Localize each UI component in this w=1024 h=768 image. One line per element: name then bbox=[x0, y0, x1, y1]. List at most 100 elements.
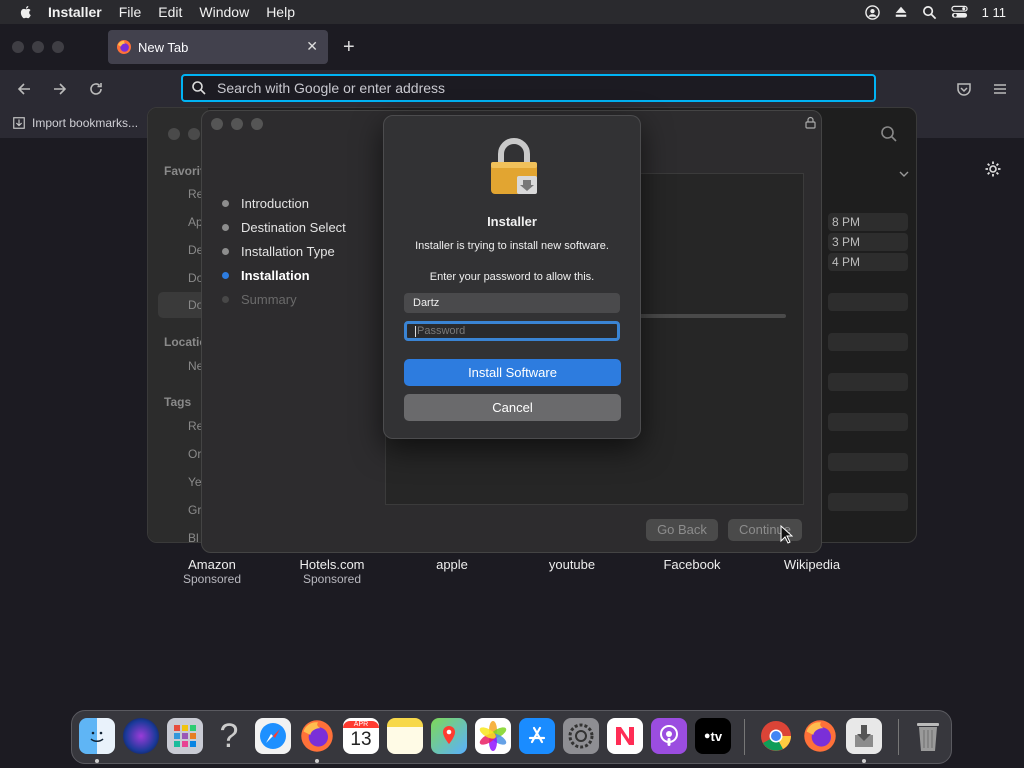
finder-search-icon[interactable] bbox=[880, 125, 898, 143]
browser-tab[interactable]: New Tab ✕ bbox=[108, 30, 328, 64]
browser-close-light[interactable] bbox=[12, 41, 24, 53]
shortcut-name: Hotels.com bbox=[299, 557, 365, 572]
import-bookmarks-label: Import bookmarks... bbox=[32, 116, 139, 130]
back-arrow-icon[interactable] bbox=[16, 81, 32, 97]
password-placeholder: Password bbox=[417, 325, 466, 337]
menu-app-name[interactable]: Installer bbox=[48, 4, 102, 20]
siri-dock-icon[interactable] bbox=[123, 718, 159, 754]
photos-dock-icon[interactable] bbox=[475, 718, 511, 754]
step-summary: Summary bbox=[222, 292, 297, 307]
chrome-dock-icon[interactable] bbox=[758, 718, 794, 754]
finder-tag-item[interactable]: Ye bbox=[188, 475, 202, 489]
installer-minimize-light[interactable] bbox=[231, 118, 243, 130]
eject-icon[interactable] bbox=[894, 5, 908, 19]
apple-icon[interactable] bbox=[18, 4, 34, 20]
step-dot bbox=[222, 200, 229, 207]
dock-separator bbox=[744, 719, 745, 755]
chevron-down-icon[interactable] bbox=[898, 169, 910, 179]
dialog-title: Installer bbox=[487, 214, 537, 229]
finder-date-cell: 4 PM bbox=[828, 253, 908, 271]
dialog-prompt: Enter your password to allow this. bbox=[429, 271, 595, 283]
reload-icon[interactable] bbox=[88, 81, 104, 97]
search-icon bbox=[192, 81, 206, 95]
shortcut-amazon[interactable]: Amazon Sponsored bbox=[157, 557, 267, 587]
finder-date-cell: 8 PM bbox=[828, 213, 908, 231]
firefox-dock-icon-2[interactable] bbox=[802, 718, 838, 754]
cancel-button[interactable]: Cancel bbox=[404, 394, 621, 421]
pocket-icon[interactable] bbox=[956, 81, 972, 97]
step-label: Installation Type bbox=[241, 244, 335, 259]
go-back-button[interactable]: Go Back bbox=[646, 519, 718, 541]
shortcut-name: apple bbox=[436, 557, 468, 572]
finder-row-bg bbox=[828, 373, 908, 391]
calendar-month: APR bbox=[343, 720, 379, 728]
menu-edit[interactable]: Edit bbox=[158, 4, 182, 20]
podcasts-dock-icon[interactable] bbox=[651, 718, 687, 754]
step-dot-active bbox=[222, 272, 229, 279]
maps-dock-icon[interactable] bbox=[431, 718, 467, 754]
password-field[interactable]: Password bbox=[404, 321, 620, 341]
forward-arrow-icon[interactable] bbox=[52, 81, 68, 97]
running-indicator bbox=[315, 759, 319, 763]
gear-icon[interactable] bbox=[984, 160, 1002, 178]
tab-close-icon[interactable]: ✕ bbox=[306, 38, 318, 55]
system-preferences-dock-icon[interactable] bbox=[563, 718, 599, 754]
apple-tv-dock-icon[interactable]: ● tv bbox=[695, 718, 731, 754]
finder-dock-icon[interactable] bbox=[79, 718, 115, 754]
lock-icon bbox=[805, 116, 816, 129]
spotlight-search-icon[interactable] bbox=[922, 5, 937, 20]
notes-dock-icon[interactable] bbox=[387, 718, 423, 754]
shortcut-sponsored: Sponsored bbox=[182, 572, 242, 586]
installer-dock-icon[interactable] bbox=[846, 718, 882, 754]
finder-tag-item[interactable]: Gr bbox=[188, 503, 201, 517]
finder-row-bg bbox=[828, 413, 908, 431]
safari-dock-icon[interactable] bbox=[255, 718, 291, 754]
finder-minimize-light[interactable] bbox=[188, 128, 200, 140]
browser-minimize-light[interactable] bbox=[32, 41, 44, 53]
step-label: Introduction bbox=[241, 196, 309, 211]
news-dock-icon[interactable] bbox=[607, 718, 643, 754]
shortcut-apple[interactable]: apple bbox=[397, 557, 507, 572]
username-field[interactable]: Dartz bbox=[404, 293, 620, 313]
launchpad-dock-icon[interactable] bbox=[167, 718, 203, 754]
calendar-dock-icon[interactable]: APR 13 bbox=[343, 718, 379, 754]
step-dot bbox=[222, 296, 229, 303]
finder-close-light[interactable] bbox=[168, 128, 180, 140]
menu-bar: Installer File Edit Window Help 1 11 bbox=[0, 0, 1024, 24]
step-dot bbox=[222, 224, 229, 231]
dialog-message: Installer is trying to install new softw… bbox=[415, 240, 609, 252]
shortcut-wikipedia[interactable]: Wikipedia bbox=[757, 557, 867, 572]
firefox-icon bbox=[117, 40, 131, 54]
auth-dialog: Installer Installer is trying to install… bbox=[383, 115, 641, 439]
installer-close-light[interactable] bbox=[211, 118, 223, 130]
browser-zoom-light[interactable] bbox=[52, 41, 64, 53]
shortcut-youtube[interactable]: youtube bbox=[517, 557, 627, 572]
shortcut-name: Amazon bbox=[188, 557, 236, 572]
trash-dock-icon[interactable] bbox=[910, 718, 946, 754]
new-tab-icon[interactable]: + bbox=[343, 36, 355, 59]
user-account-icon[interactable] bbox=[864, 4, 880, 20]
install-software-button[interactable]: Install Software bbox=[404, 359, 621, 386]
menu-window[interactable]: Window bbox=[199, 4, 249, 20]
hamburger-menu-icon[interactable] bbox=[992, 81, 1008, 97]
menu-help[interactable]: Help bbox=[266, 4, 295, 20]
firefox-dock-icon[interactable] bbox=[299, 718, 335, 754]
shortcut-facebook[interactable]: Facebook bbox=[637, 557, 747, 572]
finder-section-favorites: Favorit bbox=[164, 164, 205, 178]
control-center-icon[interactable] bbox=[950, 5, 968, 19]
shortcut-hotels[interactable]: Hotels.com Sponsored bbox=[277, 557, 387, 587]
app-store-dock-icon[interactable] bbox=[519, 718, 555, 754]
help-question-icon[interactable]: ? bbox=[211, 717, 247, 755]
finder-tag-item[interactable]: Bl bbox=[188, 531, 199, 542]
step-dot bbox=[222, 248, 229, 255]
menu-file[interactable]: File bbox=[119, 4, 142, 20]
installer-zoom-light[interactable] bbox=[251, 118, 263, 130]
finder-section-tags: Tags bbox=[164, 395, 192, 409]
import-bookmarks-link[interactable]: Import bookmarks... bbox=[12, 116, 138, 130]
step-label: Summary bbox=[241, 292, 297, 307]
finder-tag-item[interactable]: Or bbox=[188, 447, 201, 461]
step-introduction: Introduction bbox=[222, 196, 309, 211]
shortcut-name: Wikipedia bbox=[783, 557, 841, 572]
url-bar[interactable]: Search with Google or enter address bbox=[181, 74, 876, 102]
menu-clock[interactable]: 1 11 bbox=[982, 5, 1006, 20]
